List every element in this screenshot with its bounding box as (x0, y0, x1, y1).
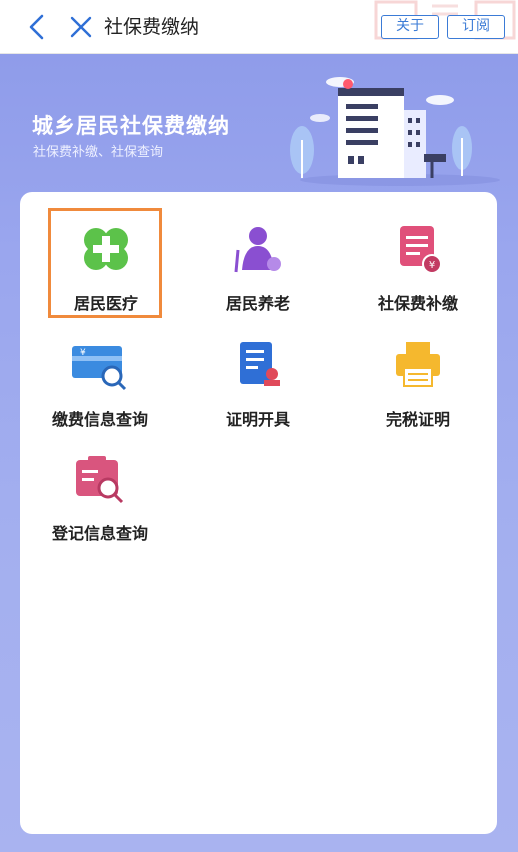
building-illustration-icon (290, 77, 500, 186)
card-search-icon: ¥ (72, 346, 127, 391)
service-label: 缴费信息查询 (51, 410, 148, 429)
close-icon[interactable] (68, 14, 94, 40)
subscribe-button[interactable]: 订阅 (447, 15, 505, 39)
svg-text:¥: ¥ (80, 348, 86, 358)
service-label: 居民养老 (225, 294, 290, 313)
service-certificate[interactable]: 证明开具 (188, 340, 328, 440)
certificate-icon (240, 342, 280, 386)
page-title: 社保费缴纳 (104, 16, 200, 38)
service-medical[interactable]: 居民医疗 (36, 224, 176, 324)
service-payment-query[interactable]: ¥ 缴费信息查询 (30, 340, 170, 440)
back-arrow-icon[interactable] (24, 13, 50, 41)
banner-subtitle: 社保费补缴、社保查询 (33, 145, 164, 160)
service-label: 登记信息查询 (51, 524, 148, 543)
service-label: 居民医疗 (73, 294, 138, 313)
service-label: 社保费补缴 (377, 294, 458, 313)
service-label: 证明开具 (225, 410, 290, 429)
medical-cross-icon (84, 228, 128, 270)
service-tax-certificate[interactable]: 完税证明 (348, 340, 488, 440)
service-label: 完税证明 (385, 410, 450, 429)
printer-icon (396, 342, 440, 387)
about-button[interactable]: 关于 (381, 15, 439, 39)
nav-bar: 社保费缴纳 关于 订阅 (0, 0, 518, 54)
service-pension[interactable]: 居民养老 (188, 224, 328, 324)
service-registration-query[interactable]: 登记信息查询 (30, 454, 170, 554)
registration-search-icon (76, 456, 124, 504)
service-back-payment[interactable]: ¥ 社保费补缴 (348, 224, 488, 324)
banner-title: 城乡居民社保费缴纳 (32, 114, 230, 138)
svg-text:¥: ¥ (429, 260, 435, 271)
elderly-icon (234, 227, 281, 273)
payment-doc-icon: ¥ (400, 226, 442, 274)
